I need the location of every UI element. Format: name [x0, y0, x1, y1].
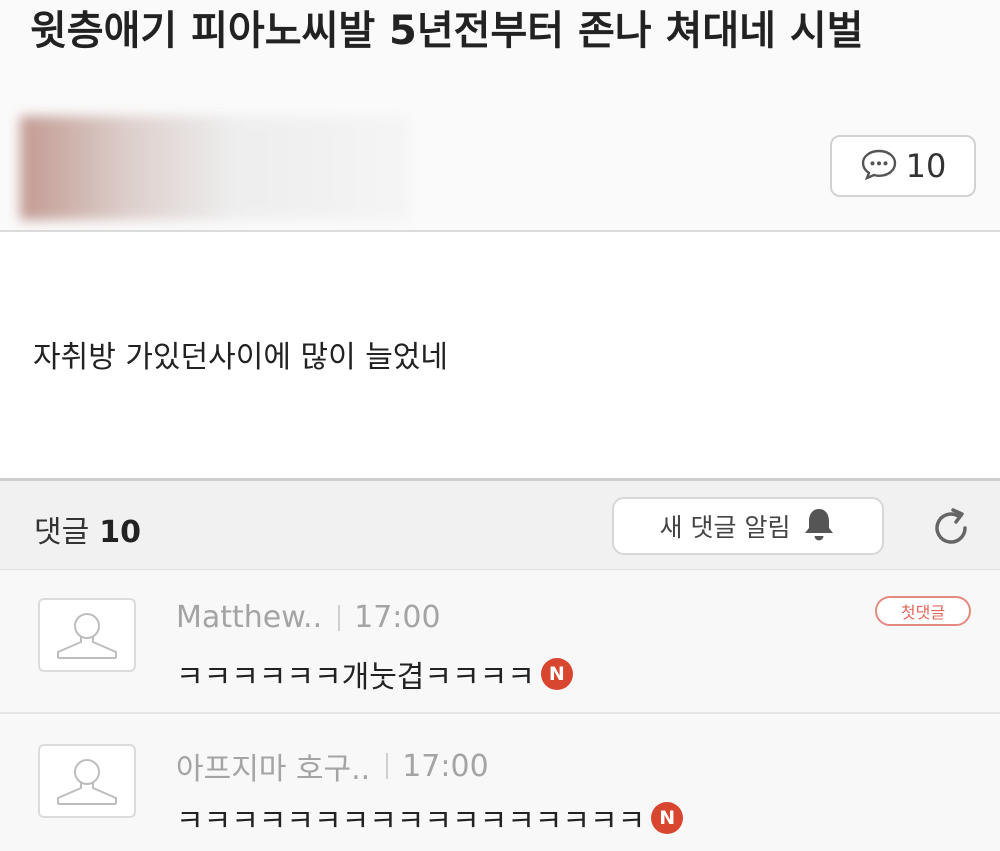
default-avatar-icon[interactable]: [38, 744, 136, 818]
speech-bubble-icon: [860, 147, 898, 185]
comment-author[interactable]: 아프지마 호구..: [176, 744, 370, 788]
comment-time: 17:00: [402, 748, 489, 784]
new-badge: N: [540, 658, 573, 690]
comments-count: 10: [99, 515, 141, 550]
comment-text-row: ㅋㅋㅋㅋㅋㅋ개눗겹ㅋㅋㅋㅋ N: [176, 652, 573, 696]
meta-divider: [386, 753, 389, 779]
comment-text-row: ㅋㅋㅋㅋㅋㅋㅋㅋㅋㅋㅋㅋㅋㅋㅋㅋㅋ N: [176, 796, 684, 840]
comments-label: 댓글 10: [34, 507, 141, 551]
refresh-icon[interactable]: [928, 505, 974, 551]
comment-item: 아프지마 호구.. 17:00 ㅋㅋㅋㅋㅋㅋㅋㅋㅋㅋㅋㅋㅋㅋㅋㅋㅋ N: [0, 714, 1000, 851]
notify-label: 새 댓글 알림: [659, 513, 791, 542]
post-title: 윗층애기 피아노씨발 5년전부터 존나 쳐대네 시벌: [30, 8, 864, 54]
comment-author[interactable]: Matthew..: [176, 600, 322, 635]
comment-time: 17:00: [354, 600, 441, 635]
new-badge: N: [651, 802, 684, 834]
author-info-blurred: [20, 116, 410, 220]
post-body: 자취방 가있던사이에 많이 늘었네: [0, 232, 1000, 478]
comments-title: 댓글: [34, 515, 90, 550]
comment-text: ㅋㅋㅋㅋㅋㅋ개눗겹ㅋㅋㅋㅋ: [176, 660, 535, 695]
bell-icon: [802, 506, 836, 546]
first-comment-badge: 첫댓글: [875, 596, 971, 626]
comment-text: ㅋㅋㅋㅋㅋㅋㅋㅋㅋㅋㅋㅋㅋㅋㅋㅋㅋ: [176, 804, 646, 839]
comment-meta: 아프지마 호구.. 17:00: [176, 744, 489, 788]
new-comment-notify-button[interactable]: 새 댓글 알림: [612, 497, 884, 555]
post-header: 윗층애기 피아노씨발 5년전부터 존나 쳐대네 시벌 10: [0, 0, 1000, 232]
post-body-text: 자취방 가있던사이에 많이 늘었네: [33, 340, 449, 375]
comment-count-button[interactable]: 10: [830, 135, 976, 197]
comment-count: 10: [905, 147, 947, 185]
comments-header: 댓글 10 새 댓글 알림: [0, 478, 1000, 570]
comment-item: Matthew.. 17:00 첫댓글 ㅋㅋㅋㅋㅋㅋ개눗겹ㅋㅋㅋㅋ N: [0, 570, 1000, 714]
comment-meta: Matthew.. 17:00: [176, 600, 441, 635]
meta-divider: [338, 604, 341, 631]
default-avatar-icon[interactable]: [38, 598, 136, 672]
